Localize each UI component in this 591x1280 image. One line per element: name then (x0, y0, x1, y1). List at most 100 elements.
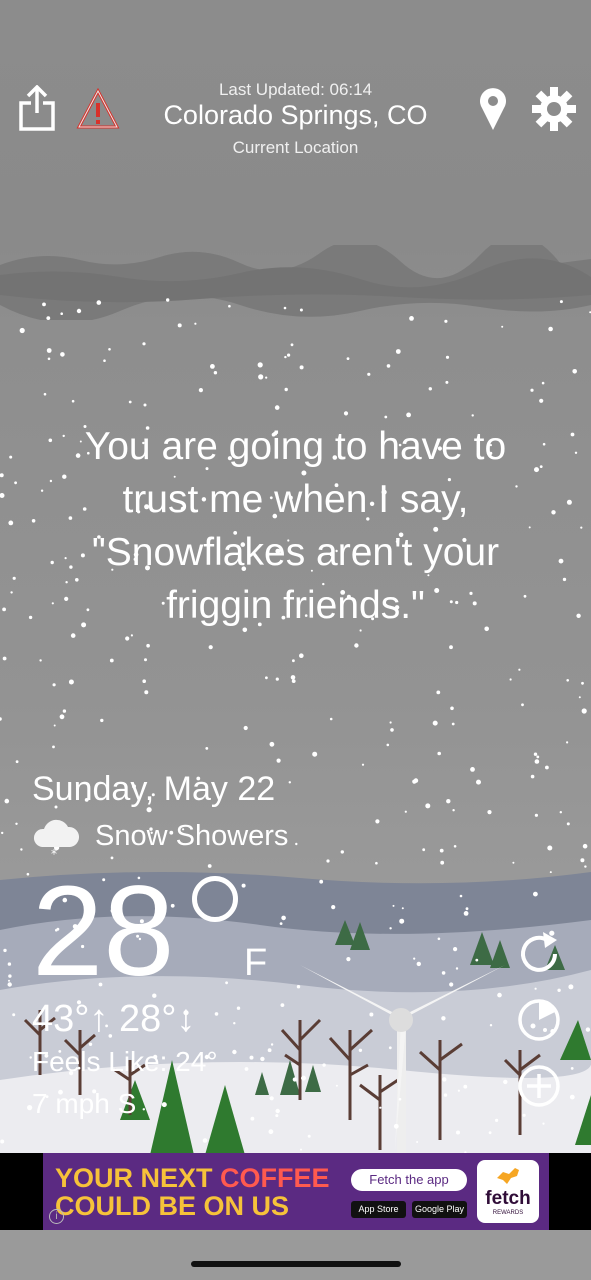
snowflake (274, 405, 280, 410)
snowflake (0, 473, 4, 478)
snowflake (361, 763, 365, 766)
snowflake (257, 362, 263, 368)
home-indicator[interactable] (191, 1261, 401, 1267)
snowflake (559, 300, 563, 304)
snowflake (9, 455, 13, 459)
snowflake (12, 576, 16, 580)
snowflake (12, 1013, 16, 1017)
snowflake (276, 758, 281, 763)
snowflake (142, 342, 146, 346)
snowflake (225, 981, 229, 985)
snowflake (476, 779, 481, 785)
snowflake (228, 304, 231, 308)
snowflake (530, 388, 534, 392)
snowflake (566, 741, 569, 744)
snowflake (62, 709, 67, 713)
settings-gear-icon[interactable] (532, 87, 576, 131)
ad-creative[interactable]: YOUR NEXT COFFEE COULD BE ON US Fetch th… (43, 1153, 549, 1230)
snowflake (214, 1012, 219, 1016)
snowflake (0, 1139, 5, 1144)
snowflake (534, 813, 539, 817)
snowflake (401, 907, 404, 910)
high-low-temperature: 43°↑ 28°↓ (32, 998, 196, 1040)
ad-info-icon[interactable]: i (49, 1209, 64, 1224)
snowflake (281, 915, 286, 921)
fetch-brand-sub: REWARDS (492, 1210, 524, 1216)
ad-banner[interactable]: YOUR NEXT COFFEE COULD BE ON US Fetch th… (0, 1153, 591, 1230)
snowflake (542, 1122, 545, 1125)
snarky-quote: You are going to have to trust me when I… (40, 420, 551, 632)
snowflake (20, 848, 23, 851)
feels-like: Feels Like: 24° (32, 1046, 218, 1077)
snowflake (398, 1097, 402, 1101)
snowflake (522, 1113, 526, 1117)
snowflake (409, 316, 414, 321)
snowflake (70, 633, 76, 638)
snowflake (450, 706, 454, 711)
snowflake (487, 810, 492, 815)
snowflake (290, 675, 296, 680)
snowflake (393, 1123, 399, 1129)
snowflake (534, 987, 537, 990)
ad-cta-button[interactable]: Fetch the app (351, 1169, 467, 1191)
ad-headline: YOUR NEXT COFFEE (55, 1163, 330, 1194)
temperature-unit[interactable]: F (244, 942, 267, 985)
snowflake (258, 374, 264, 380)
location-pin-icon[interactable] (478, 86, 508, 132)
snowflake (100, 718, 104, 723)
forecast-date: Sunday, May 22 (32, 770, 276, 808)
snowflake (125, 636, 130, 641)
snowflake (547, 845, 553, 851)
google-play-badge[interactable]: Google Play (412, 1201, 467, 1218)
snowflake (489, 1023, 493, 1027)
add-icon[interactable] (515, 1062, 563, 1110)
snowflake (268, 1129, 274, 1135)
snowflake (441, 1016, 446, 1021)
snowflake (445, 355, 450, 359)
snowflake (329, 717, 333, 721)
snowflake (457, 1089, 460, 1092)
snowflake (335, 1084, 338, 1087)
snowflake (428, 387, 432, 391)
snowflake (2, 656, 7, 661)
wind-speed: 7 mph S (32, 1088, 137, 1119)
snowflake (580, 526, 583, 529)
snowflake (194, 322, 197, 325)
snowflake (166, 298, 170, 302)
snowflake (497, 992, 502, 998)
snowflake (7, 982, 12, 987)
snowflake (283, 306, 287, 310)
snowflake (108, 348, 111, 351)
snowflake (569, 1094, 575, 1100)
snowflake (249, 1055, 254, 1060)
snowflake (558, 558, 564, 564)
snowflake (422, 848, 426, 852)
snowflake (545, 765, 549, 770)
snowflake (265, 676, 268, 680)
snowflake (76, 308, 82, 314)
snowflake (488, 1131, 492, 1135)
snowflake (290, 343, 294, 347)
snowflake (568, 984, 574, 990)
snowflake (384, 415, 388, 419)
snowflake (287, 353, 291, 357)
snowflake (312, 751, 318, 757)
radar-icon[interactable] (515, 996, 563, 1044)
snowflake (395, 349, 401, 354)
snowflake (465, 907, 469, 911)
snowflake (425, 803, 431, 809)
snowflake (42, 302, 46, 307)
quote-line: trust me when I say, (122, 478, 469, 521)
app-store-badge[interactable]: App Store (351, 1201, 406, 1218)
snowflake (441, 971, 446, 975)
fetch-logo: fetch REWARDS (477, 1160, 539, 1223)
snowflake (275, 1114, 279, 1118)
snowflake (177, 323, 182, 328)
snowflake (440, 860, 445, 865)
snowflake (581, 708, 587, 714)
refresh-icon[interactable] (515, 930, 563, 978)
snowflake (521, 703, 524, 707)
fetch-brand: fetch (485, 1188, 531, 1209)
snowflake (533, 752, 538, 756)
snowflake (452, 809, 455, 812)
